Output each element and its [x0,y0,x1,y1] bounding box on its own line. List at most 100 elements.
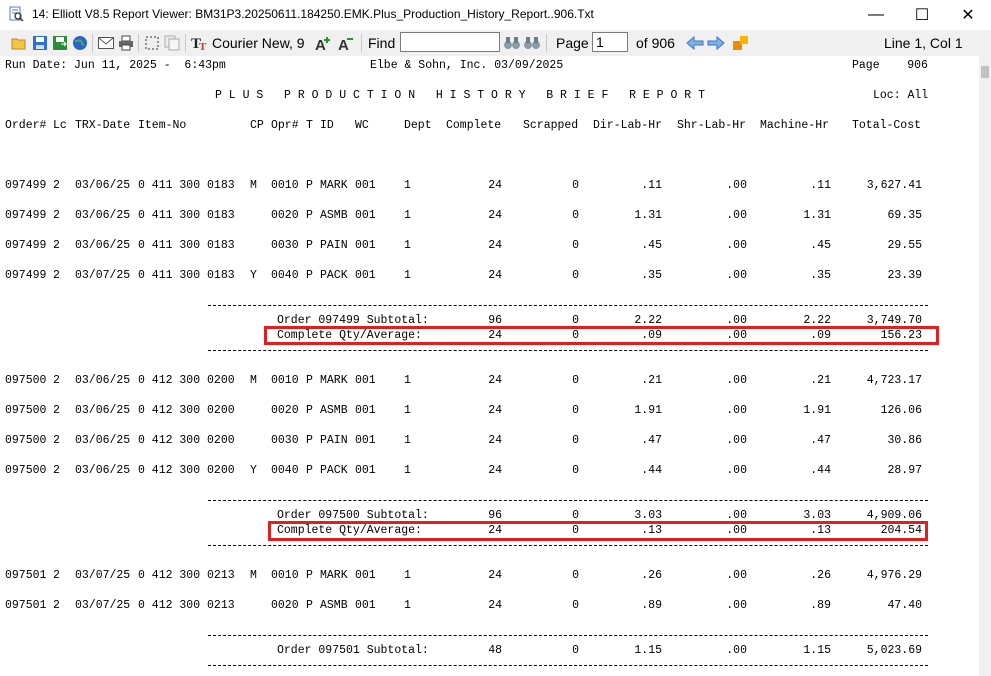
save-disk-icon [33,36,47,50]
window-title: 14: Elliott V8.5 Report Viewer: BM31P3.2… [32,7,594,21]
table-cell-cp: Y [250,464,257,477]
table-cell-opr: 0040 [271,464,299,477]
table-cell-date: 03/06/25 [75,374,131,387]
table-cell-item: 0 411 300 0183 [138,179,235,192]
find-input[interactable] [400,32,500,52]
table-cell-shr: .00 [726,179,747,192]
decrease-font-button[interactable]: A [337,34,357,52]
table-cell-lc: 2 [53,434,60,447]
table-cell-opr: 0040 [271,269,299,282]
table-cell-cp: M [250,569,257,582]
arrow-right-icon [707,35,725,51]
table-cell-dir: .35 [641,269,662,282]
toolbar-separator [361,34,362,52]
table-cell-wc: 001 [355,374,376,387]
email-button[interactable] [96,34,116,52]
subtotal-dir: 1.15 [634,644,662,657]
select-button[interactable] [143,34,161,52]
table-cell-shr: .00 [726,269,747,282]
table-cell-dir: .21 [641,374,662,387]
table-cell-scrapped: 0 [572,404,579,417]
table-cell-scrapped: 0 [572,374,579,387]
close-button[interactable]: ✕ [945,0,991,30]
table-cell-scrapped: 0 [572,209,579,222]
table-cell-t: P [306,599,313,612]
table-cell-order: 097499 [5,239,47,252]
table-cell-cost: 23.39 [887,269,922,282]
table-cell-shr: .00 [726,404,747,417]
minimize-button[interactable]: — [853,0,899,30]
column-header: Total-Cost [852,119,922,132]
print-button[interactable] [117,34,135,52]
scrollbar-thumb[interactable] [981,66,989,78]
table-cell-id: PAIN [320,239,348,252]
table-cell-order: 097499 [5,209,47,222]
run-date: Run Date: Jun 11, 2025 - 6:43pm [5,59,226,72]
open-file-button[interactable] [10,34,28,52]
maximize-icon: ☐ [914,7,930,24]
binoculars-up-icon [504,37,520,49]
subtotal-shr: .00 [726,644,747,657]
page-number-input[interactable] [592,32,628,52]
table-cell-cost: 28.97 [887,464,922,477]
column-header: Order# [5,119,47,132]
previous-page-button[interactable] [685,34,705,52]
svg-text:T: T [199,41,207,51]
table-cell-item: 0 412 300 0200 [138,464,235,477]
table-cell-date: 03/07/25 [75,599,131,612]
table-cell-wc: 001 [355,569,376,582]
font-button[interactable]: TT [190,34,210,52]
table-cell-id: MARK [320,569,348,582]
table-cell-cost: 3,627.41 [866,179,922,192]
export-button[interactable] [51,34,69,52]
find-next-button[interactable] [523,34,541,52]
table-cell-opr: 0030 [271,239,299,252]
subtotal-complete: 48 [488,644,502,657]
copy-button[interactable] [163,34,181,52]
table-cell-complete: 24 [488,239,502,252]
increase-font-button[interactable]: A [314,34,334,52]
table-cell-mach: .26 [810,569,831,582]
font-increase-icon: A [315,37,330,51]
find-previous-button[interactable] [503,34,521,52]
table-cell-dir: .11 [641,179,662,192]
report-content[interactable]: Run Date: Jun 11, 2025 - 6:43pm Elbe & S… [0,56,979,676]
table-cell-dir: .44 [641,464,662,477]
vertical-scrollbar[interactable] [979,56,991,676]
table-cell-date: 03/06/25 [75,464,131,477]
table-cell-mach: .45 [810,239,831,252]
minimize-icon: — [868,6,884,23]
font-label[interactable]: Courier New, 9 [212,35,305,51]
table-cell-t: P [306,239,313,252]
dashed-rule [208,350,928,351]
next-page-button[interactable] [706,34,726,52]
table-cell-date: 03/06/25 [75,404,131,417]
table-cell-lc: 2 [53,404,60,417]
table-cell-shr: .00 [726,434,747,447]
table-cell-t: P [306,269,313,282]
table-cell-dept: 1 [404,434,411,447]
table-cell-scrapped: 0 [572,434,579,447]
arrow-left-icon [686,35,704,51]
table-cell-item: 0 412 300 0213 [138,569,235,582]
table-cell-id: ASMB [320,209,348,222]
table-cell-wc: 001 [355,239,376,252]
binoculars-down-icon [524,37,540,49]
toolbar-separator [546,34,547,52]
dashed-rule [208,665,928,666]
maximize-button[interactable]: ☐ [899,0,945,30]
table-cell-complete: 24 [488,179,502,192]
save-button[interactable] [31,34,49,52]
web-button[interactable] [71,34,89,52]
table-cell-dir: .26 [641,569,662,582]
column-header: Item-No [138,119,187,132]
table-cell-id: PAIN [320,434,348,447]
table-cell-cost: 69.35 [887,209,922,222]
column-header: Complete [446,119,502,132]
table-cell-t: P [306,404,313,417]
table-cell-cost: 47.40 [887,599,922,612]
table-cell-dept: 1 [404,464,411,477]
table-cell-cost: 30.86 [887,434,922,447]
bookmark-button[interactable] [731,34,751,52]
toolbar-separator [185,34,186,52]
